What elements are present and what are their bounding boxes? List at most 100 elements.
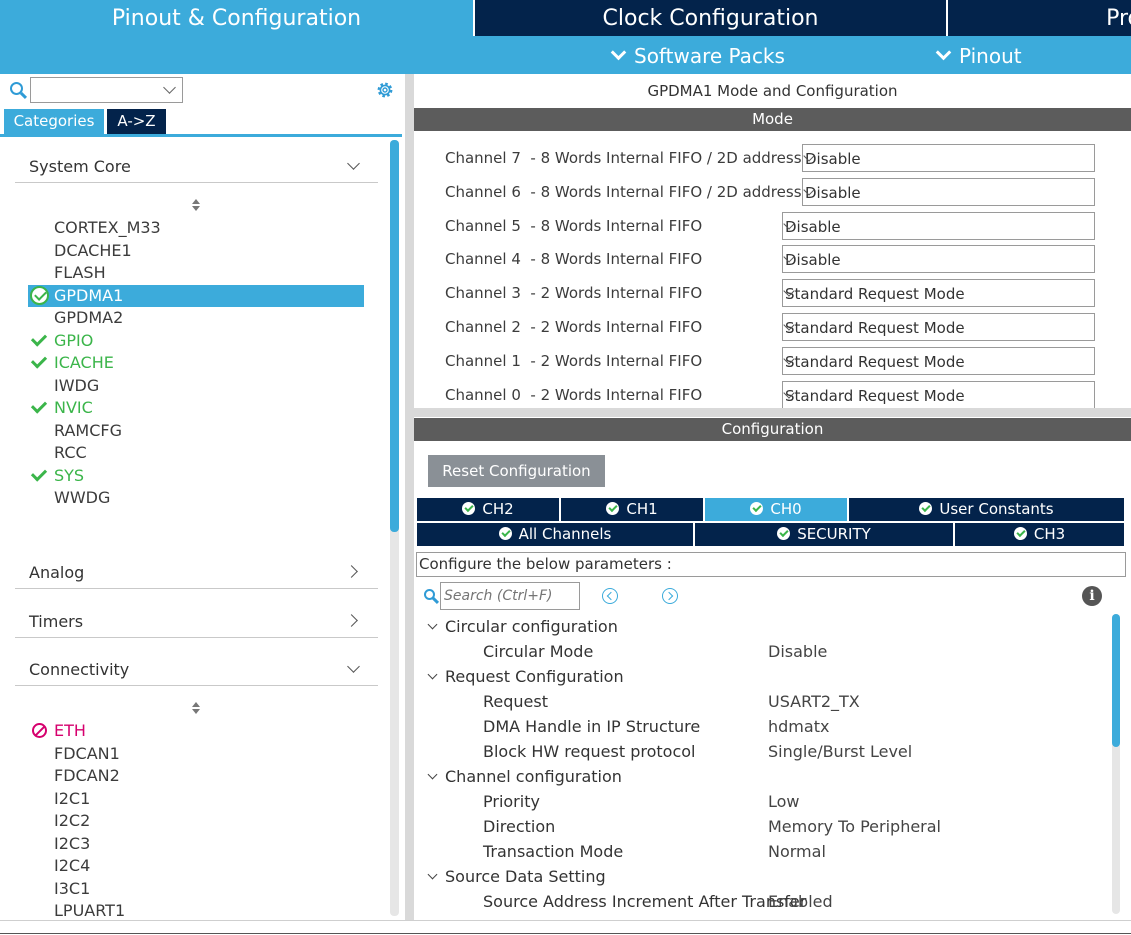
tree-param-label[interactable]: DMA Handle in IP Structure bbox=[483, 714, 700, 739]
channel-mode-select[interactable]: Standard Request Mode bbox=[782, 380, 1095, 409]
previous-match-icon[interactable] bbox=[602, 588, 618, 604]
tab-categories[interactable]: Categories bbox=[4, 109, 104, 134]
peripheral-item-iwdg[interactable]: IWDG bbox=[28, 375, 364, 397]
peripheral-item-sys[interactable]: SYS bbox=[28, 464, 364, 487]
tree-param-value[interactable]: Memory To Peripheral bbox=[768, 814, 941, 839]
sort-icon[interactable] bbox=[191, 702, 201, 716]
tree-param-label[interactable]: Transaction Mode bbox=[483, 839, 623, 864]
mode-header: Mode bbox=[414, 108, 1131, 131]
peripheral-item-i2c4[interactable]: I2C4 bbox=[28, 855, 364, 877]
tree-param-label[interactable]: Priority bbox=[483, 789, 540, 814]
tree-group[interactable]: Channel configuration bbox=[427, 764, 622, 789]
channel-mode-select[interactable]: Standard Request Mode bbox=[782, 279, 1095, 308]
scrollbar-thumb[interactable] bbox=[390, 140, 399, 532]
peripheral-name: GPDMA1 bbox=[54, 285, 124, 305]
tab-security[interactable]: SECURITY bbox=[695, 523, 954, 546]
peripheral-item-gpio[interactable]: GPIO bbox=[28, 329, 364, 352]
channel-mode-select[interactable]: Disable bbox=[782, 245, 1095, 274]
tab-project-manager[interactable]: Pro bbox=[948, 0, 1131, 36]
peripheral-item-flash[interactable]: FLASH bbox=[28, 262, 364, 284]
tab-user-constants[interactable]: User Constants bbox=[849, 498, 1125, 521]
parameters-scrollbar[interactable] bbox=[1112, 614, 1120, 914]
sort-icon[interactable] bbox=[191, 199, 201, 213]
peripheral-item-eth[interactable]: ETH bbox=[28, 720, 364, 742]
peripheral-item-i2c3[interactable]: I2C3 bbox=[28, 833, 364, 855]
section-analog-label: Analog bbox=[29, 563, 85, 582]
tree-group[interactable]: Request Configuration bbox=[427, 664, 624, 689]
info-icon[interactable]: i bbox=[1082, 586, 1102, 606]
section-system-core-label: System Core bbox=[29, 157, 131, 176]
peripheral-item-i3c1[interactable]: I3C1 bbox=[28, 878, 364, 900]
section-system-core[interactable]: System Core bbox=[15, 153, 378, 183]
pinout-menu[interactable]: Pinout bbox=[935, 36, 1022, 74]
peripheral-item-wwdg[interactable]: WWDG bbox=[28, 487, 364, 509]
scrollbar-thumb[interactable] bbox=[1112, 614, 1120, 747]
next-match-icon[interactable] bbox=[662, 588, 678, 604]
channel-mode-select[interactable]: Standard Request Mode bbox=[782, 346, 1095, 375]
tab-ch0[interactable]: CH0 bbox=[705, 498, 848, 521]
tab-all-channels[interactable]: All Channels bbox=[417, 523, 694, 546]
section-splitter[interactable] bbox=[414, 408, 1131, 417]
tree-param-label[interactable]: Block HW request protocol bbox=[483, 739, 695, 764]
peripheral-item-fdcan2[interactable]: FDCAN2 bbox=[28, 765, 364, 787]
tree-param-label[interactable]: Source Address Increment After Transfer bbox=[483, 889, 806, 914]
tab-ch2[interactable]: CH2 bbox=[417, 498, 560, 521]
section-analog[interactable]: Analog bbox=[15, 559, 378, 589]
tree-param-value[interactable]: hdmatx bbox=[768, 714, 829, 739]
chevron-down-icon bbox=[610, 44, 627, 61]
mode-label-channel: Channel 0 - 2 Words Internal FIFO bbox=[445, 385, 703, 404]
tab-ch1[interactable]: CH1 bbox=[561, 498, 704, 521]
channel-mode-select[interactable]: Standard Request Mode bbox=[782, 313, 1095, 341]
mode-configuration-panel: GPDMA1 Mode and Configuration Mode Chann… bbox=[414, 74, 1131, 920]
categories-scrollbar[interactable] bbox=[390, 140, 399, 916]
peripheral-item-i2c2[interactable]: I2C2 bbox=[28, 810, 364, 832]
peripheral-item-rcc[interactable]: RCC bbox=[28, 442, 364, 464]
tree-param-value[interactable]: Enabled bbox=[768, 889, 833, 914]
tree-param-value[interactable]: Low bbox=[768, 789, 800, 814]
tree-param-value[interactable]: Normal bbox=[768, 839, 826, 864]
gear-icon[interactable] bbox=[375, 80, 395, 100]
tree-group[interactable]: Source Data Setting bbox=[427, 864, 606, 889]
channel-mode-select[interactable]: Disable bbox=[802, 144, 1095, 172]
chevron-right-icon bbox=[345, 565, 358, 578]
tree-param-label[interactable]: Direction bbox=[483, 814, 555, 839]
reset-configuration-button[interactable]: Reset Configuration bbox=[428, 455, 605, 487]
tab-clock-configuration[interactable]: Clock Configuration bbox=[475, 0, 948, 36]
tab-a-z[interactable]: A->Z bbox=[107, 109, 166, 134]
peripheral-item-gpdma2[interactable]: GPDMA2 bbox=[28, 307, 364, 329]
software-packs-label: Software Packs bbox=[634, 44, 785, 68]
peripheral-item-i2c1[interactable]: I2C1 bbox=[28, 788, 364, 810]
peripheral-item-lpuart1[interactable]: LPUART1 bbox=[28, 900, 364, 922]
peripheral-item-fdcan1[interactable]: FDCAN1 bbox=[28, 743, 364, 765]
chevron-down-icon bbox=[427, 619, 438, 630]
peripheral-search-combo[interactable] bbox=[30, 77, 183, 103]
tree-param-value[interactable]: Single/Burst Level bbox=[768, 739, 912, 764]
check-icon bbox=[30, 397, 48, 414]
search-icon[interactable] bbox=[10, 82, 23, 95]
peripheral-name: RCC bbox=[54, 443, 87, 462]
channel-mode-select[interactable]: Disable bbox=[802, 177, 1095, 206]
parameter-search-input[interactable] bbox=[440, 582, 580, 610]
peripheral-item-nvic[interactable]: NVIC bbox=[28, 397, 364, 419]
mode-label-channel: Channel 6 - 8 Words Internal FIFO / 2D a… bbox=[445, 182, 825, 201]
tree-param-label[interactable]: Circular Mode bbox=[483, 639, 593, 664]
tree-param-value[interactable]: Disable bbox=[768, 639, 827, 664]
peripheral-item-dcache1[interactable]: DCACHE1 bbox=[28, 240, 364, 262]
chevron-down-icon bbox=[935, 44, 952, 61]
check-icon bbox=[30, 352, 48, 369]
tree-group[interactable]: Circular configuration bbox=[427, 614, 618, 639]
tree-param-value[interactable]: USART2_TX bbox=[768, 689, 860, 714]
tree-param-label[interactable]: Request bbox=[483, 689, 548, 714]
section-connectivity[interactable]: Connectivity bbox=[15, 656, 378, 686]
software-packs-menu[interactable]: Software Packs bbox=[610, 36, 785, 74]
tab-ch3[interactable]: CH3 bbox=[955, 523, 1125, 546]
section-timers[interactable]: Timers bbox=[15, 608, 378, 638]
check-icon bbox=[30, 329, 48, 347]
peripheral-item-ramcfg[interactable]: RAMCFG bbox=[28, 420, 364, 442]
peripheral-item-gpdma1[interactable]: GPDMA1 bbox=[28, 284, 364, 307]
tab-pinout-configuration[interactable]: Pinout & Configuration bbox=[0, 0, 475, 36]
peripheral-item-icache[interactable]: ICACHE bbox=[28, 352, 364, 374]
channel-mode-select[interactable]: Disable bbox=[782, 211, 1095, 240]
panel-splitter[interactable] bbox=[405, 74, 414, 920]
peripheral-item-cortex-m33[interactable]: CORTEX_M33 bbox=[28, 217, 364, 239]
